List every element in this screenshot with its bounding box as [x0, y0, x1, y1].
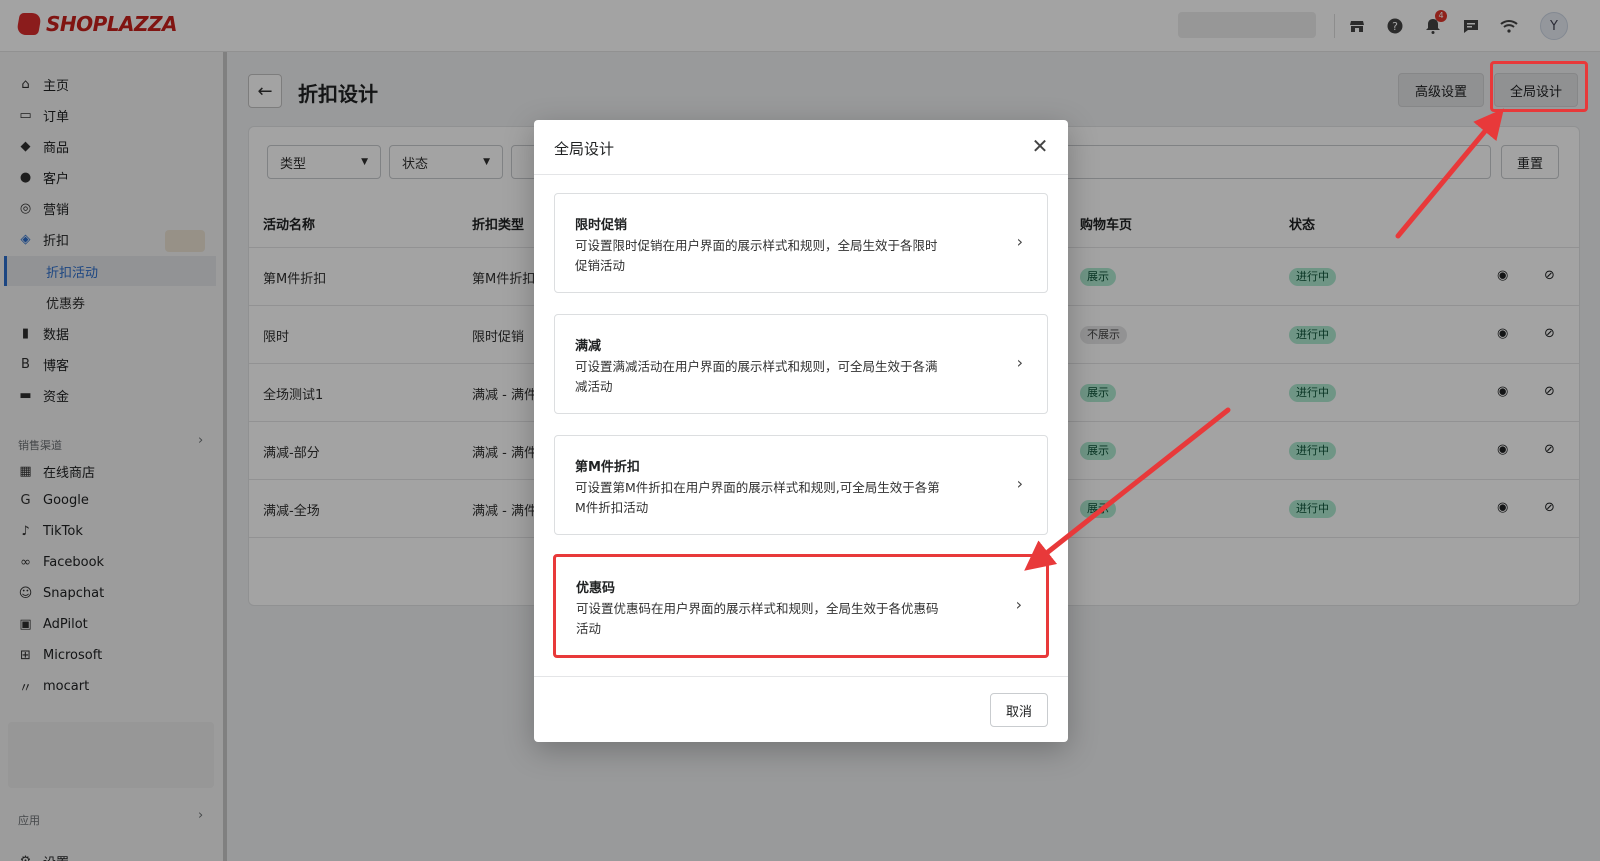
dialog-divider [534, 174, 1068, 175]
dialog-divider [534, 676, 1068, 677]
option-flash-sale[interactable]: 限时促销 可设置限时促销在用户界面的展示样式和规则，全局生效于各限时促销活动 › [554, 193, 1048, 293]
option-description: 可设置限时促销在用户界面的展示样式和规则，全局生效于各限时促销活动 [575, 238, 938, 273]
option-description: 可设置优惠码在用户界面的展示样式和规则，全局生效于各优惠码活动 [576, 601, 939, 636]
cancel-button[interactable]: 取消 [990, 693, 1048, 727]
close-icon[interactable]: ✕ [1028, 134, 1052, 158]
option-title: 优惠码 [576, 581, 616, 596]
chevron-right-icon: › [1016, 232, 1023, 251]
chevron-right-icon: › [1015, 595, 1022, 614]
option-title: 满减 [575, 339, 602, 354]
option-description: 可设置第M件折扣在用户界面的展示样式和规则,可全局生效于各第M件折扣活动 [575, 480, 940, 515]
option-title: 第M件折扣 [575, 460, 640, 475]
dialog-title: 全局设计 [554, 140, 615, 158]
chevron-right-icon: › [1016, 353, 1023, 372]
option-coupon-code[interactable]: 优惠码 可设置优惠码在用户界面的展示样式和规则，全局生效于各优惠码活动 › [553, 554, 1049, 658]
global-design-dialog: 全局设计 ✕ 限时促销 可设置限时促销在用户界面的展示样式和规则，全局生效于各限… [534, 120, 1068, 742]
annotation-highlight-global-button [1490, 61, 1588, 112]
chevron-right-icon: › [1016, 474, 1023, 493]
option-title: 限时促销 [575, 218, 628, 233]
option-nth-item-discount[interactable]: 第M件折扣 可设置第M件折扣在用户界面的展示样式和规则,可全局生效于各第M件折扣… [554, 435, 1048, 535]
option-description: 可设置满减活动在用户界面的展示样式和规则，可全局生效于各满减活动 [575, 359, 938, 394]
option-spend-discount[interactable]: 满减 可设置满减活动在用户界面的展示样式和规则，可全局生效于各满减活动 › [554, 314, 1048, 414]
